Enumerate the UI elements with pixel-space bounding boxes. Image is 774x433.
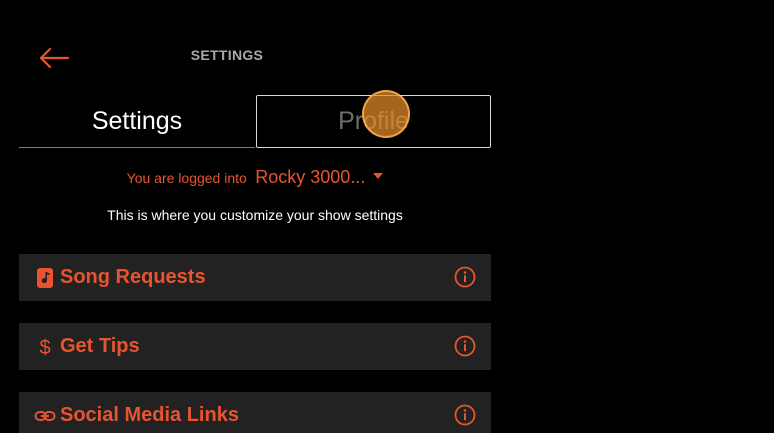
tab-bar: Settings Profile xyxy=(19,95,491,149)
section-song-requests[interactable]: Song Requests xyxy=(19,254,491,301)
tab-profile[interactable]: Profile xyxy=(256,95,491,148)
settings-screen: SETTINGS Settings Profile You are logged… xyxy=(0,0,774,433)
settings-description: This is where you customize your show se… xyxy=(107,207,403,223)
section-label: Get Tips xyxy=(60,335,140,357)
account-selector[interactable]: Rocky 3000... xyxy=(255,167,384,187)
info-icon[interactable] xyxy=(454,404,476,426)
section-label: Song Requests xyxy=(60,266,206,288)
info-icon[interactable] xyxy=(454,266,476,288)
link-icon xyxy=(34,405,56,427)
account-name: Rocky 3000... xyxy=(255,167,366,187)
page-title: SETTINGS xyxy=(190,47,264,63)
dollar-icon: $ xyxy=(34,336,56,358)
section-social-media-links[interactable]: Social Media Links xyxy=(19,392,491,433)
section-label: Social Media Links xyxy=(60,404,239,426)
info-icon[interactable] xyxy=(454,335,476,357)
svg-text:$: $ xyxy=(39,337,50,358)
tab-settings[interactable]: Settings xyxy=(19,95,255,148)
music-note-icon xyxy=(34,267,56,289)
login-prefix-label: You are logged into xyxy=(126,170,247,186)
login-status: You are logged into Rocky 3000... xyxy=(0,167,510,188)
section-get-tips[interactable]: $ Get Tips xyxy=(19,323,491,370)
caret-down-icon xyxy=(373,173,384,180)
